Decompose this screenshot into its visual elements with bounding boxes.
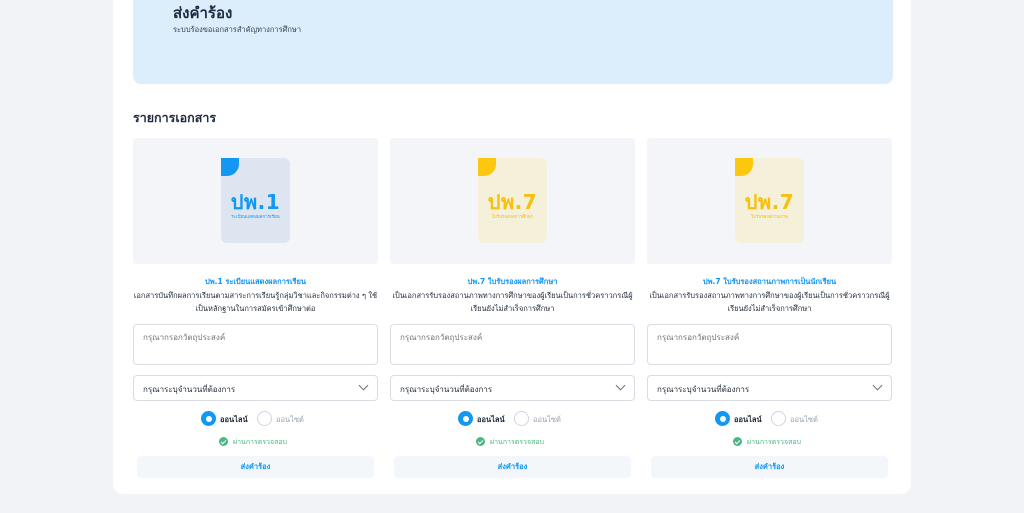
check-circle-icon (733, 437, 742, 446)
document-description: เป็นเอกสารรับรองสถานภาพทางการศึกษาของผู้… (649, 291, 890, 313)
document-title: ปพ.1 ระเบียนแสดงผลการเรียน (204, 277, 307, 286)
document-icon: ปพ.7 ใบรับรองผลการศึกษา (478, 158, 547, 243)
document-corner-icon (478, 158, 496, 176)
check-circle-icon (219, 437, 228, 446)
quantity-select-value: กรุณาระบุจำนวนที่ต้องการ (143, 385, 236, 394)
status-text: ผ่านการตรวจสอบ (233, 438, 288, 446)
purpose-input[interactable] (390, 324, 635, 365)
document-card-pp1: ปพ.1 ระเบียนแสดงผลการเรียน ปพ.1 ระเบียนแ… (133, 138, 378, 483)
document-card-pp7-result: ปพ.7 ใบรับรองผลการศึกษา ปพ.7 ใบรับรองผลก… (390, 138, 635, 483)
chevron-down-icon (358, 380, 369, 391)
status-text: ผ่านการตรวจสอบ (747, 438, 802, 446)
header-banner: ส่งคำร้อง ระบบร้องขอเอกสารสำคัญทางการศึก… (133, 0, 893, 84)
quantity-select-value: กรุณาระบุจำนวนที่ต้องการ (657, 385, 750, 394)
status-badge: ผ่านการตรวจสอบ (219, 437, 339, 449)
submit-request-button[interactable]: ส่งคำร้อง (394, 456, 631, 478)
quantity-select-value: กรุณาระบุจำนวนที่ต้องการ (400, 385, 493, 394)
document-description: เป็นเอกสารรับรองสถานภาพทางการศึกษาของผู้… (392, 291, 633, 313)
radio-onsite-label[interactable]: ออนไซต์ (790, 414, 818, 426)
radio-online[interactable] (201, 411, 216, 426)
document-preview: ปพ.7 ใบรับรองผลการศึกษา (390, 138, 635, 264)
purpose-input[interactable] (133, 324, 378, 365)
status-text: ผ่านการตรวจสอบ (490, 438, 545, 446)
page-title: ส่งคำร้อง (173, 4, 233, 22)
document-preview: ปพ.1 ระเบียนแสดงผลการเรียน (133, 138, 378, 264)
document-icon: ปพ.1 ระเบียนแสดงผลการเรียน (221, 158, 290, 243)
radio-online[interactable] (458, 411, 473, 426)
radio-onsite-label[interactable]: ออนไซต์ (276, 414, 304, 426)
radio-onsite[interactable] (514, 411, 529, 426)
status-badge: ผ่านการตรวจสอบ (733, 437, 853, 449)
radio-online-label[interactable]: ออนไลน์ (734, 414, 762, 426)
submit-request-button[interactable]: ส่งคำร้อง (137, 456, 374, 478)
page-subtitle: ระบบร้องขอเอกสารสำคัญทางการศึกษา (173, 25, 302, 34)
document-icon-caption: ใบรับรองผลการศึกษา (491, 215, 534, 220)
submit-request-button[interactable]: ส่งคำร้อง (651, 456, 888, 478)
check-circle-icon (476, 437, 485, 446)
delivery-radio-group: ออนไลน์ ออนไซต์ (715, 411, 855, 427)
document-icon-caption: ใบรับรองสถานภาพ (750, 215, 789, 220)
radio-online[interactable] (715, 411, 730, 426)
section-title: รายการเอกสาร (133, 110, 217, 125)
document-title: ปพ.7 ใบรับรองผลการศึกษา (467, 277, 558, 286)
document-preview: ปพ.7 ใบรับรองสถานภาพ (647, 138, 892, 264)
document-icon: ปพ.7 ใบรับรองสถานภาพ (735, 158, 804, 243)
document-title: ปพ.7 ใบรับรองสถานภาพการเป็นนักเรียน (702, 277, 837, 286)
quantity-select[interactable]: กรุณาระบุจำนวนที่ต้องการ (647, 375, 892, 401)
delivery-radio-group: ออนไลน์ ออนไซต์ (458, 411, 598, 427)
document-icon-caption: ระเบียนแสดงผลการเรียน (231, 215, 280, 220)
radio-onsite[interactable] (771, 411, 786, 426)
radio-onsite-label[interactable]: ออนไซต์ (533, 414, 561, 426)
purpose-input[interactable] (647, 324, 892, 365)
delivery-radio-group: ออนไลน์ ออนไซต์ (201, 411, 341, 427)
document-corner-icon (221, 158, 239, 176)
radio-online-label[interactable]: ออนไลน์ (220, 414, 248, 426)
main-card: ส่งคำร้อง ระบบร้องขอเอกสารสำคัญทางการศึก… (113, 0, 911, 494)
radio-onsite[interactable] (257, 411, 272, 426)
quantity-select[interactable]: กรุณาระบุจำนวนที่ต้องการ (133, 375, 378, 401)
chevron-down-icon (615, 380, 626, 391)
radio-online-label[interactable]: ออนไลน์ (477, 414, 505, 426)
chevron-down-icon (872, 380, 883, 391)
status-badge: ผ่านการตรวจสอบ (476, 437, 596, 449)
document-corner-icon (735, 158, 753, 176)
quantity-select[interactable]: กรุณาระบุจำนวนที่ต้องการ (390, 375, 635, 401)
document-card-pp7-status: ปพ.7 ใบรับรองสถานภาพ ปพ.7 ใบรับรองสถานภา… (647, 138, 892, 483)
document-description: เอกสารบันทึกผลการเรียนตามสาระการเรียนรู้… (133, 291, 378, 313)
